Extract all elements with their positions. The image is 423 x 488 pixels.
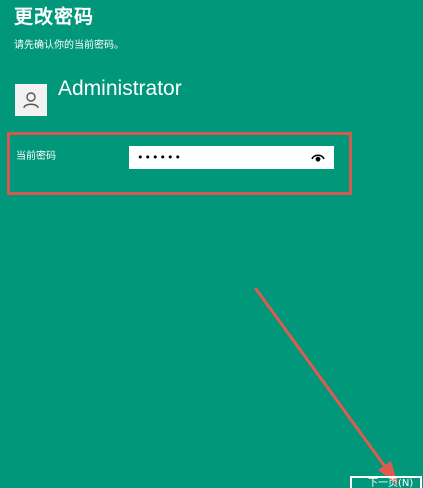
annotation-arrow — [254, 287, 398, 485]
account-username: Administrator — [58, 77, 182, 100]
current-password-label: 当前密码 — [16, 151, 56, 162]
next-button[interactable]: 下一页(N) — [350, 476, 422, 488]
avatar — [15, 84, 47, 116]
page-title: 更改密码 — [14, 6, 95, 28]
password-masked-value: •••••• — [137, 151, 182, 164]
page-subtitle: 请先确认你的当前密码。 — [14, 40, 124, 51]
current-password-input[interactable]: •••••• — [129, 146, 334, 169]
eye-icon[interactable] — [310, 150, 326, 166]
user-icon — [23, 92, 39, 109]
